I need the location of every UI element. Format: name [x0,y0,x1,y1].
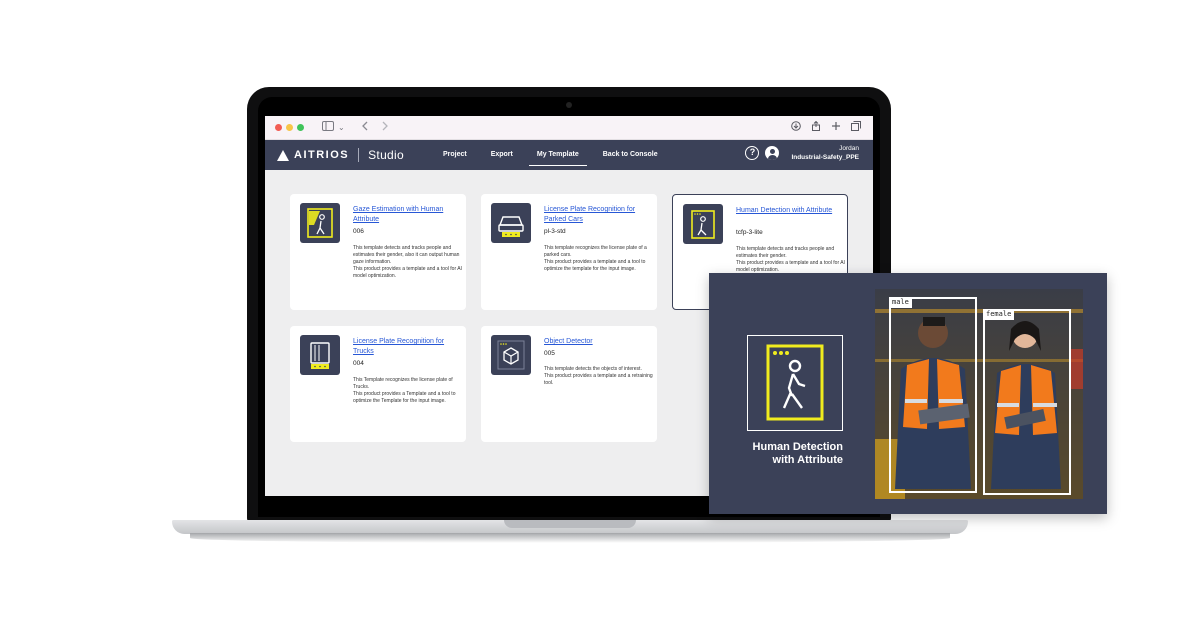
nav-my-template[interactable]: My Template [525,140,591,170]
product-name: Studio [368,148,404,162]
marketing-hero: ⌄ AITRIOS Studio Project Export My Templ… [0,0,1200,627]
template-code: tcfp-3-lite [736,229,763,236]
template-description: This template detects and tracks people … [736,246,845,273]
preview-title: Human Detection with Attribute [752,441,843,466]
template-card-trucks[interactable]: License Plate Recognition for Trucks 004… [290,326,466,442]
template-preview-panel: Human Detection with Attribute male fema… [709,273,1107,514]
truck-icon [300,335,340,375]
template-title[interactable]: Object Detector [544,337,654,347]
template-code: 005 [544,350,555,357]
app-navbar: AITRIOS Studio Project Export My Templat… [265,140,873,170]
laptop-notch [504,520,636,528]
aitrios-logo-icon [277,149,289,161]
template-card-parked-cars[interactable]: License Plate Recognition for Parked Car… [481,194,657,310]
car-icon [491,203,531,243]
back-icon[interactable] [361,121,369,134]
close-window-button[interactable] [275,124,282,131]
tabs-icon[interactable] [851,121,861,134]
help-icon[interactable]: ? [745,146,760,160]
laptop-base-shadow [190,533,950,543]
main-nav: Project Export My Template Back to Conso… [431,140,670,170]
template-card-gaze[interactable]: Gaze Estimation with Human Attribute 006… [290,194,466,310]
template-description: This template detects and tracks people … [353,245,462,279]
chevron-down-icon[interactable]: ⌄ [338,123,345,132]
cube-icon [491,335,531,375]
user-project: Industrial-Safety_PPE [791,154,859,161]
share-icon[interactable] [811,120,821,134]
brand-divider [358,148,360,162]
brand-name: AITRIOS [294,149,350,161]
nav-right: ? Jordan Industrial-Safety_PPE [745,144,859,162]
template-code: pl-3-std [544,228,566,235]
zoom-window-button[interactable] [297,124,304,131]
forward-icon[interactable] [381,121,389,134]
new-tab-icon[interactable] [831,121,841,134]
user-info[interactable]: Jordan Industrial-Safety_PPE [791,144,859,162]
person-walking-icon [766,344,824,421]
detection-label-female: female [983,309,1015,320]
nav-project[interactable]: Project [431,140,479,170]
preview-icon-frame [747,335,843,431]
brand[interactable]: AITRIOS Studio [277,148,404,162]
nav-back-to-console[interactable]: Back to Console [591,140,670,170]
template-code: 006 [353,228,364,235]
template-description: This Template recognizes the license pla… [353,377,456,404]
user-avatar-icon[interactable] [765,146,780,160]
download-icon[interactable] [791,121,801,134]
template-title[interactable]: Gaze Estimation with Human Attribute [353,205,463,225]
template-code: 004 [353,360,364,367]
detection-sample-photo: male female [875,289,1083,499]
template-description: This template recognizes the license pla… [544,245,647,272]
detection-label-male: male [889,297,912,308]
minimize-window-button[interactable] [286,124,293,131]
template-description: This template detects the objects of int… [544,366,653,386]
person-walking-icon [683,204,723,244]
person-gaze-icon [300,203,340,243]
template-title[interactable]: License Plate Recognition for Parked Car… [544,205,654,225]
laptop-camera [566,102,572,108]
detection-box-male [889,297,977,493]
template-title[interactable]: License Plate Recognition for Trucks [353,337,463,357]
detection-box-female [983,309,1071,495]
template-title[interactable]: Human Detection with Attribute [736,206,846,216]
user-name: Jordan [839,145,859,152]
sidebar-icon[interactable] [322,121,334,134]
template-card-object-detector[interactable]: Object Detector 005 This template detect… [481,326,657,442]
browser-toolbar: ⌄ [265,116,873,140]
nav-export[interactable]: Export [479,140,525,170]
